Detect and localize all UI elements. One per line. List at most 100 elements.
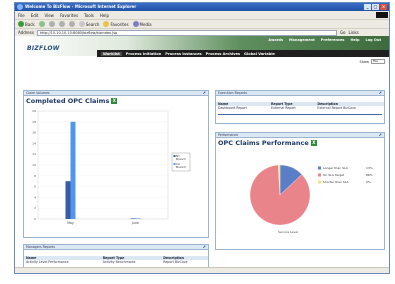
- link-awards[interactable]: Awards: [268, 38, 283, 42]
- favorites-button[interactable]: Favorites: [103, 21, 129, 27]
- managers-reports-panel: Managers Reports ⬈ Name Report Type Desc…: [23, 244, 209, 267]
- pin-icon[interactable]: ⬈: [203, 91, 206, 95]
- execution-reports-panel: Execution Reports ⬈ Name Report Type Des…: [215, 90, 385, 124]
- performance-panel: Performance ⬈ OPC Claims Performance X L…: [215, 132, 385, 250]
- close-button[interactable]: ×: [380, 4, 387, 10]
- link-preferences[interactable]: Preferences: [321, 38, 345, 42]
- home-icon: [68, 21, 75, 27]
- home-button[interactable]: [68, 21, 75, 27]
- legend-value: 86%: [366, 173, 373, 177]
- stop-button[interactable]: [48, 21, 55, 27]
- menu-tools[interactable]: Tools: [84, 13, 94, 18]
- y-tick-label: 12: [32, 152, 36, 156]
- x-tick-label: June: [131, 221, 139, 225]
- y-tick-label: 6: [34, 185, 36, 189]
- table-row[interactable]: Activity Level Performance Activity Benc…: [24, 260, 208, 264]
- window-title: Welcome To BizFlow - Microsoft Internet …: [25, 4, 137, 9]
- legend-label: Shorter than SLA: [323, 180, 349, 184]
- execution-reports-table: Name Report Type Description Dashboard R…: [216, 102, 384, 110]
- table-row[interactable]: Dashboard Report External Report Externa…: [216, 106, 384, 110]
- media-icon: [132, 21, 139, 27]
- claims-panel-header: Claim Volumes ⬈: [24, 90, 208, 96]
- legend-label: Branch: [176, 157, 186, 161]
- excel-icon[interactable]: X: [111, 98, 118, 104]
- show-select[interactable]: File: [371, 59, 385, 64]
- back-button[interactable]: Back: [18, 21, 35, 27]
- show-selector: Show File: [360, 59, 385, 64]
- claims-bar-chart: 20181614121086420May JuneNYBranchCABranch: [32, 109, 191, 225]
- go-button[interactable]: Go: [340, 30, 346, 35]
- y-tick-label: 10: [32, 163, 36, 167]
- table-cell: External Report BizCove: [317, 106, 356, 110]
- bar-ny-branch: [65, 181, 71, 219]
- legend-label: On SLA Target: [323, 173, 345, 177]
- star-icon: [103, 21, 110, 27]
- show-label: Show: [359, 59, 369, 64]
- browser-window: Welcome To BizFlow - Microsoft Internet …: [14, 2, 390, 274]
- bar-ca-branch: [70, 121, 76, 219]
- y-tick-label: 20: [32, 109, 36, 113]
- link-logout[interactable]: Log Out: [366, 38, 382, 42]
- tab-process-initiation[interactable]: Process Initiation: [126, 52, 161, 56]
- claims-panel: Claim Volumes ⬈ Completed OPC Claims X 2…: [23, 90, 209, 238]
- title-bar: Welcome To BizFlow - Microsoft Internet …: [15, 3, 389, 11]
- menu-bar: File Edit View Favorites Tools Help: [15, 11, 389, 19]
- windows-logo-icon: [376, 12, 388, 18]
- search-icon: [78, 21, 85, 27]
- menu-view[interactable]: View: [44, 13, 54, 18]
- links-button[interactable]: Links: [348, 30, 358, 35]
- excel-icon[interactable]: X: [310, 140, 317, 146]
- status-bar: [15, 267, 389, 273]
- table-cell: Report BizCove: [163, 260, 188, 264]
- tab-global-variable[interactable]: Global Variable: [244, 52, 275, 56]
- back-arrow-icon: [18, 21, 24, 27]
- forward-button[interactable]: [38, 21, 45, 27]
- tab-process-archives[interactable]: Process Archives: [206, 52, 240, 56]
- execution-reports-header: Execution Reports ⬈: [216, 90, 384, 96]
- bizflow-logo: BIZFLOW: [27, 45, 60, 52]
- tab-worklist[interactable]: Worklist: [101, 51, 122, 56]
- tab-process-instances[interactable]: Process Instances: [165, 52, 201, 56]
- menu-favorites[interactable]: Favorites: [60, 13, 78, 18]
- menu-help[interactable]: Help: [100, 13, 109, 18]
- legend-swatch: [318, 173, 321, 177]
- pin-icon[interactable]: ⬈: [379, 91, 382, 95]
- legend-swatch: [318, 166, 321, 170]
- menu-file[interactable]: File: [18, 13, 25, 18]
- table-cell: External Report: [270, 106, 296, 110]
- link-management[interactable]: Management: [289, 38, 315, 42]
- report-name-link[interactable]: Dashboard Report: [216, 106, 269, 110]
- managers-reports-table: Name Report Type Description Activity Le…: [24, 256, 208, 264]
- top-links: Awards Management Preferences Help Log O…: [268, 38, 381, 42]
- refresh-icon: [58, 21, 65, 27]
- legend-value: 13%: [366, 166, 373, 170]
- address-label: Address: [18, 30, 34, 35]
- address-input[interactable]: http://10.10.10.10:8080/bizflow/bizindex…: [36, 29, 337, 36]
- search-button[interactable]: Search: [78, 21, 99, 27]
- y-tick-label: 8: [34, 174, 36, 178]
- legend-value: 0%: [366, 180, 371, 184]
- pin-icon[interactable]: ⬈: [203, 245, 206, 249]
- divider: [218, 114, 382, 115]
- menu-edit[interactable]: Edit: [31, 13, 39, 18]
- performance-title: OPC Claims Performance X: [218, 139, 317, 147]
- legend-label: Longer than SLA: [323, 166, 349, 170]
- performance-header: Performance ⬈: [216, 132, 384, 138]
- y-tick-label: 16: [32, 131, 36, 135]
- forward-arrow-icon: [38, 21, 45, 27]
- table-cell: Activity Benchmarks: [102, 260, 136, 264]
- report-name-link[interactable]: Activity Level Performance: [24, 260, 101, 264]
- maximize-button[interactable]: □: [372, 4, 379, 10]
- y-tick-label: 18: [32, 120, 36, 124]
- media-button[interactable]: Media: [132, 21, 152, 27]
- minimize-button[interactable]: _: [364, 4, 371, 10]
- pin-icon[interactable]: ⬈: [379, 133, 382, 137]
- pie-xlabel: Service Level: [278, 230, 298, 234]
- bar-ca-branch: [135, 218, 141, 219]
- browser-toolbar: Back Search Favorites Media: [15, 19, 389, 28]
- y-tick-label: 2: [34, 206, 36, 210]
- x-tick-label: May: [67, 221, 74, 225]
- y-tick-label: 14: [32, 141, 36, 145]
- link-help[interactable]: Help: [350, 38, 359, 42]
- refresh-button[interactable]: [58, 21, 65, 27]
